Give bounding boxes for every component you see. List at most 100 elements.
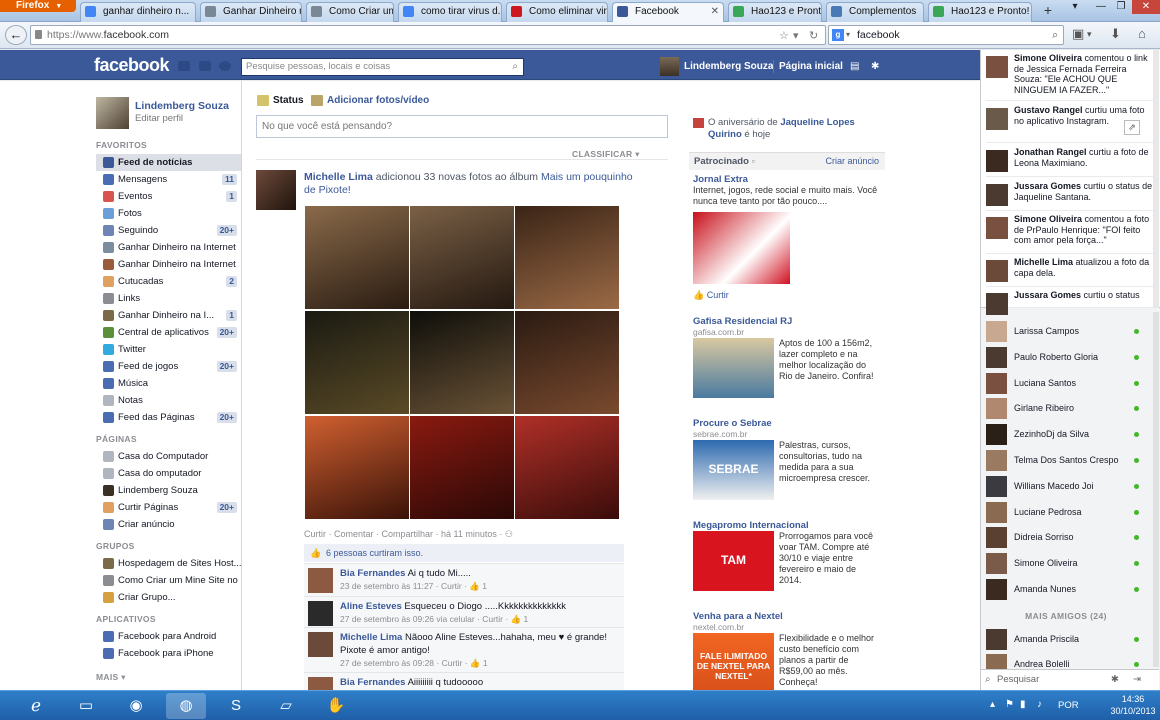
ad-like-link[interactable]: 👍 Curtir [693,290,729,301]
ticker-scrollbar[interactable] [1153,50,1159,308]
internet-explorer-icon[interactable]: ℯ [14,693,58,719]
sidebar-item[interactable]: Como Criar um Mine Site no ... [96,572,241,589]
volume-icon[interactable]: ♪ [1037,699,1042,710]
close-window-icon[interactable]: ✕ [1132,0,1160,14]
story-author-avatar[interactable] [256,170,296,210]
status-composer-input[interactable]: No que você está pensando? [256,115,668,138]
comment-meta[interactable]: 27 de setembro às 09:26 via celular · Cu… [340,614,528,624]
minimize-icon[interactable]: — [1090,0,1112,14]
ad-unit[interactable]: Jornal Extra Internet, jogos, rede social… [693,174,878,300]
commenter-name[interactable]: Aline Esteves [340,601,402,612]
sidebar-item[interactable]: Casa do omputador [96,465,241,482]
sidebar-item[interactable]: Hospedagem de Sites Host... [96,555,241,572]
album-photo[interactable] [305,311,409,414]
network-icon[interactable]: ▮ [1020,699,1026,710]
ticker-item[interactable]: Jussara Gomes curtiu o status [986,290,1156,315]
ad-title[interactable]: Megapromo Internacional [693,520,878,531]
sidebar-item[interactable]: Facebook para Android [96,628,241,645]
ticker-item[interactable]: Jussara Gomes curtiu o status de Jaqueli… [986,181,1156,211]
profile-picture[interactable] [96,97,129,129]
album-photo[interactable] [305,206,409,309]
commenter-avatar[interactable] [308,568,333,593]
chat-scrollbar[interactable] [1153,312,1159,667]
sidebar-item[interactable]: Ganhar Dinheiro na I... 1 [96,307,241,324]
chat-friend[interactable]: Luciane Pedrosa [981,500,1151,525]
facebook-search-input[interactable]: Pesquise pessoas, locais e coisas ⌕ [241,58,524,76]
facebook-logo[interactable]: facebook [94,55,170,76]
ad-unit[interactable]: Megapromo Internacional TAM Prorrogamos pa… [693,520,878,616]
back-arrow-icon[interactable]: ← [5,25,27,45]
album-photo[interactable] [410,206,514,309]
tab-1[interactable]: ganhar dinheiro n... [80,2,196,22]
story-author-link[interactable]: Michelle Lima [304,171,373,183]
audience-friends-icon[interactable]: ⚇ [505,529,513,539]
chat-friend[interactable]: Larissa Campos [981,319,1151,344]
url-bar[interactable]: https://www.facebook.com ☆ ▾ ↻ [30,25,826,45]
likes-summary[interactable]: 👍 6 pessoas curtiram isso. [304,544,624,562]
privacy-shortcuts-icon[interactable]: ▤ [850,61,859,72]
avatar[interactable] [660,57,679,76]
search-icon[interactable]: ⌕ [1052,26,1058,44]
settings-gear-icon[interactable]: ✱ [871,61,879,72]
add-photos-tab[interactable]: Adicionar fotos/vídeo [311,95,429,106]
browser-search-input[interactable]: g ▾ facebook ⌕ [828,25,1064,45]
ad-unit[interactable]: Procure o Sebrae sebrae.com.br SEBRAE Pales… [693,418,878,514]
story-actions-text[interactable]: Curtir · Comentar · Compartilhar · há 11… [304,529,505,539]
header-user-name[interactable]: Lindemberg Souza [684,61,773,72]
ticker-item[interactable]: Simone Oliveira comentou a foto de PrPau… [986,214,1156,254]
tab-8[interactable]: Complementos [826,2,924,22]
sidebar-item[interactable]: Feed das Páginas 20+ [96,409,241,426]
tray-flag-icon[interactable]: ⚑ [1005,699,1014,710]
firefox-menu-button[interactable]: Firefox ▼ [0,0,76,12]
list-all-tabs-icon[interactable]: ▾ [1064,0,1086,14]
ad-unit[interactable]: Gafisa Residencial RJ gafisa.com.br Aptos … [693,316,878,412]
status-tab[interactable]: Status [257,95,304,106]
sidebar-item[interactable]: Cutucadas 2 [96,273,241,290]
chrome-icon[interactable]: ◉ [116,693,156,719]
ad-title[interactable]: Procure o Sebrae [693,418,878,429]
tab-3[interactable]: Como Criar um M... [306,2,394,22]
sidebar-item[interactable]: Fotos [96,205,241,222]
notepad-icon[interactable]: ▱ [266,693,306,719]
tab-7[interactable]: Hao123 e Pronto! [728,2,822,22]
chat-options-gear-icon[interactable]: ✱ [1111,670,1119,690]
ad-info-icon[interactable]: ▫ [752,156,755,167]
sidebar-item[interactable]: Lindemberg Souza [96,482,241,499]
reload-icon[interactable]: ↻ [809,27,818,45]
sidebar-item[interactable]: Mensagens 11 [96,171,241,188]
ad-title[interactable]: Venha para a Nextel [693,611,878,622]
sidebar-item[interactable]: Ganhar Dinheiro na Internet [96,239,241,256]
ticker-item[interactable]: Michelle Lima atualizou a foto da capa d… [986,257,1156,287]
chat-search-input[interactable]: ⌕ Pesquisar ✱ ⇥ [981,669,1159,690]
create-ad-link[interactable]: Criar anúncio [825,153,879,170]
sidebar-item[interactable]: Feed de jogos 20+ [96,358,241,375]
commenter-name[interactable]: Bia Fernandes [340,677,405,688]
chat-friend[interactable]: Telma Dos Santos Crespo [981,448,1151,473]
album-photo[interactable] [410,311,514,414]
sidebar-item[interactable]: Seguindo 20+ [96,222,241,239]
firefox-icon[interactable]: ◍ [166,693,206,719]
chat-friend[interactable]: Willians Macedo Joi [981,474,1151,499]
chat-friend[interactable]: ZezinhoDj da Silva [981,422,1151,447]
profile-name-link[interactable]: Lindemberg Souza [135,100,229,112]
ad-image[interactable]: TAM [693,531,774,591]
chat-friend[interactable]: Luciana Santos [981,371,1151,396]
ad-image[interactable] [693,212,790,284]
bookmarks-dropdown-icon[interactable]: ▾ [1087,29,1092,40]
tab-2[interactable]: Ganhar Dinheiro na... [200,2,302,22]
sidebar-item[interactable]: Facebook para iPhone [96,645,241,662]
edit-profile-link[interactable]: Editar perfil [135,113,183,124]
album-photo[interactable] [410,416,514,519]
album-photo[interactable] [515,416,619,519]
chat-friend[interactable]: Girlane Ribeiro [981,396,1151,421]
commenter-avatar[interactable] [308,601,333,626]
app-icon[interactable]: ✋ [316,693,356,719]
more-link[interactable]: MAIS ▾ [96,672,126,683]
sidebar-item[interactable]: Eventos 1 [96,188,241,205]
album-photo[interactable] [305,416,409,519]
chat-friend[interactable]: Amanda Priscila [981,627,1151,652]
sidebar-item[interactable]: Casa do Computador [96,448,241,465]
messages-icon[interactable] [199,61,211,71]
new-tab-button[interactable]: + [1038,2,1058,20]
notifications-icon[interactable] [219,61,231,71]
